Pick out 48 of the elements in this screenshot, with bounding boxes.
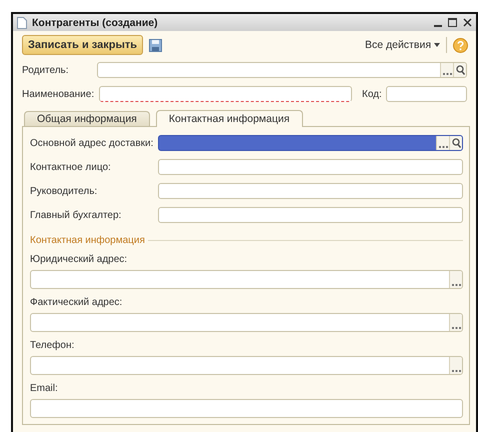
ellipsis-icon — [452, 368, 460, 372]
input-field[interactable] — [158, 183, 463, 199]
window-title: Контрагенты (создание) — [32, 16, 159, 28]
choose-button[interactable] — [449, 271, 462, 288]
input-field[interactable] — [30, 313, 463, 332]
tab[interactable]: Контактная информация — [156, 110, 303, 127]
choose-button[interactable] — [449, 357, 462, 374]
choose-button[interactable] — [436, 136, 449, 150]
help-icon[interactable] — [453, 38, 468, 52]
group-title: Контактная информация — [30, 235, 145, 246]
input-field[interactable] — [30, 399, 463, 418]
input-field[interactable] — [30, 270, 463, 289]
parent-field[interactable] — [97, 62, 467, 78]
field-label: Родитель: — [22, 64, 70, 76]
ellipsis-icon — [452, 325, 460, 329]
field-label: Контактное лицо: — [30, 162, 112, 172]
search-button[interactable] — [449, 136, 462, 150]
field-label: Руководитель: — [30, 186, 98, 196]
field-label: Главный бухгалтер: — [30, 210, 122, 220]
all-actions-menu[interactable]: Все действия — [364, 39, 440, 51]
field-label: Основной адрес доставки: — [30, 138, 154, 148]
ellipsis-icon — [452, 282, 460, 286]
field-label: Фактический адрес: — [30, 297, 124, 308]
field-label: Код: — [362, 88, 382, 100]
document-icon — [17, 16, 27, 28]
field-label: Телефон: — [30, 340, 76, 351]
choose-button[interactable] — [440, 63, 453, 77]
search-button[interactable] — [453, 63, 466, 77]
ellipsis-icon — [442, 71, 452, 75]
code-field[interactable] — [386, 86, 467, 102]
input-field[interactable] — [158, 135, 463, 151]
maximize-icon[interactable] — [448, 18, 457, 27]
input-field[interactable] — [158, 207, 463, 223]
save-icon[interactable] — [149, 38, 162, 52]
input-field[interactable] — [158, 159, 463, 175]
field-label: Наименование: — [22, 88, 95, 100]
input-field[interactable] — [30, 356, 463, 375]
save-and-close-button[interactable]: Записать и закрыть — [22, 35, 144, 55]
field-label: Юридический адрес: — [30, 254, 128, 265]
ellipsis-icon — [438, 144, 448, 148]
name-field[interactable] — [99, 86, 352, 102]
search-icon — [452, 138, 460, 148]
tab[interactable]: Общая информация — [24, 111, 150, 126]
search-icon — [456, 65, 464, 75]
choose-button[interactable] — [449, 314, 462, 331]
close-icon[interactable] — [463, 18, 472, 27]
field-label: Email: — [30, 383, 59, 394]
caret-icon — [434, 43, 440, 47]
